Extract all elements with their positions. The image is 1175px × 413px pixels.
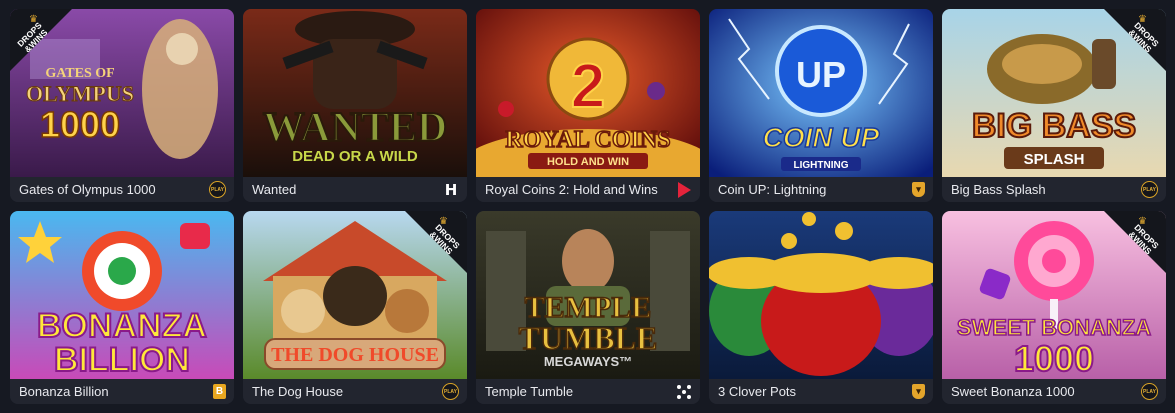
play-n-go-icon: PLAY	[209, 181, 226, 198]
game-footer: Gates of Olympus 1000 PLAY	[10, 177, 234, 202]
game-logo-line: LIGHTNING	[794, 160, 849, 171]
shield-icon: ▾	[912, 182, 925, 197]
game-title: Big Bass Splash	[951, 182, 1046, 197]
game-footer: 3 Clover Pots ▾	[709, 379, 933, 404]
game-logo-line: 1000	[40, 104, 120, 145]
game-thumbnail[interactable]: TEMPLE TUMBLE MEGAWAYS™	[476, 211, 700, 379]
game-card[interactable]: BONANZA BILLION Bonanza Billion B	[10, 211, 234, 404]
game-title: Wanted	[252, 182, 297, 197]
game-logo-line: 1000	[1014, 338, 1094, 379]
game-logo-line: OLYMPUS	[26, 81, 134, 106]
play-n-go-icon: PLAY	[1141, 383, 1158, 400]
game-logo-line: SPLASH	[1024, 151, 1085, 168]
shield-icon: ▾	[912, 384, 925, 399]
game-logo-line: THE DOG HOUSE	[271, 344, 439, 366]
game-footer: Big Bass Splash PLAY	[942, 177, 1166, 202]
playson-icon	[676, 181, 692, 198]
drops-wins-badge: ♛ DROPS &WINS	[10, 9, 72, 71]
b-icon: B	[213, 384, 226, 399]
game-footer: Royal Coins 2: Hold and Wins	[476, 177, 700, 202]
game-thumbnail[interactable]: WANTED DEAD OR A WILD	[243, 9, 467, 177]
drops-wins-badge: ♛ DROPS &WINS	[1104, 9, 1166, 71]
drops-wins-badge: ♛ DROPS &WINS	[1104, 211, 1166, 273]
game-card[interactable]: SWEET BONANZA 1000 ♛ DROPS &WINS Sweet Bo…	[942, 211, 1166, 404]
game-title: Temple Tumble	[485, 384, 574, 399]
game-card[interactable]: GATES OF OLYMPUS 1000 ♛ DROPS &WINS Gates…	[10, 9, 234, 202]
game-title: 3 Clover Pots	[718, 384, 797, 399]
game-title: The Dog House	[252, 384, 344, 399]
game-logo-line: DEAD OR A WILD	[292, 148, 418, 165]
game-logo-line: BILLION	[54, 341, 190, 379]
game-card[interactable]: THE DOG HOUSE ♛ DROPS &WINS The Dog House…	[243, 211, 467, 404]
game-card[interactable]: 3 Clover Pots ▾	[709, 211, 933, 404]
play-n-go-icon: PLAY	[1141, 181, 1158, 198]
game-logo-line: BIG BASS	[972, 107, 1136, 145]
relax-dots-icon	[677, 384, 692, 399]
play-n-go-icon: PLAY	[442, 383, 459, 400]
game-title: Royal Coins 2: Hold and Wins	[485, 182, 658, 197]
drops-wins-badge: ♛ DROPS &WINS	[405, 211, 467, 273]
game-grid: GATES OF OLYMPUS 1000 ♛ DROPS &WINS Gates…	[10, 9, 1166, 404]
game-footer: Wanted H	[243, 177, 467, 202]
game-logo-line: COIN UP	[763, 122, 880, 153]
game-card[interactable]: BIG BASS SPLASH ♛ DROPS &WINS Big Bass Sp…	[942, 9, 1166, 202]
game-title: Bonanza Billion	[19, 384, 109, 399]
game-logo-line: HOLD AND WIN	[547, 156, 629, 168]
game-card[interactable]: TEMPLE TUMBLE MEGAWAYS™ Temple Tumble	[476, 211, 700, 404]
game-thumbnail[interactable]: UP COIN UP LIGHTNING	[709, 9, 933, 177]
game-logo-line: BONANZA	[37, 307, 207, 345]
game-thumbnail[interactable]: 2 ROYAL COINS HOLD AND WIN	[476, 9, 700, 177]
game-logo-line: SWEET BONANZA	[957, 315, 1151, 340]
game-title: Coin UP: Lightning	[718, 182, 827, 197]
game-card[interactable]: WANTED DEAD OR A WILD Wanted H	[243, 9, 467, 202]
game-logo-line: TUMBLE	[519, 320, 658, 356]
game-card[interactable]: 2 ROYAL COINS HOLD AND WIN Royal Coins 2…	[476, 9, 700, 202]
game-footer: Sweet Bonanza 1000 PLAY	[942, 379, 1166, 404]
game-footer: Coin UP: Lightning ▾	[709, 177, 933, 202]
hacksaw-icon: H	[444, 180, 458, 199]
game-logo-line: UP	[796, 54, 846, 95]
game-logo-line: ROYAL COINS	[505, 127, 670, 153]
game-footer: Temple Tumble	[476, 379, 700, 404]
game-logo-line: 2	[571, 52, 605, 121]
game-logo-line: MEGAWAYS™	[544, 354, 632, 369]
game-title: Sweet Bonanza 1000	[951, 384, 1075, 399]
game-footer: The Dog House PLAY	[243, 379, 467, 404]
game-thumbnail[interactable]	[709, 211, 933, 379]
game-title: Gates of Olympus 1000	[19, 182, 156, 197]
game-thumbnail[interactable]: BONANZA BILLION	[10, 211, 234, 379]
game-footer: Bonanza Billion B	[10, 379, 234, 404]
game-logo-line: WANTED	[263, 105, 447, 151]
game-card[interactable]: UP COIN UP LIGHTNING Coin UP: Lightning …	[709, 9, 933, 202]
